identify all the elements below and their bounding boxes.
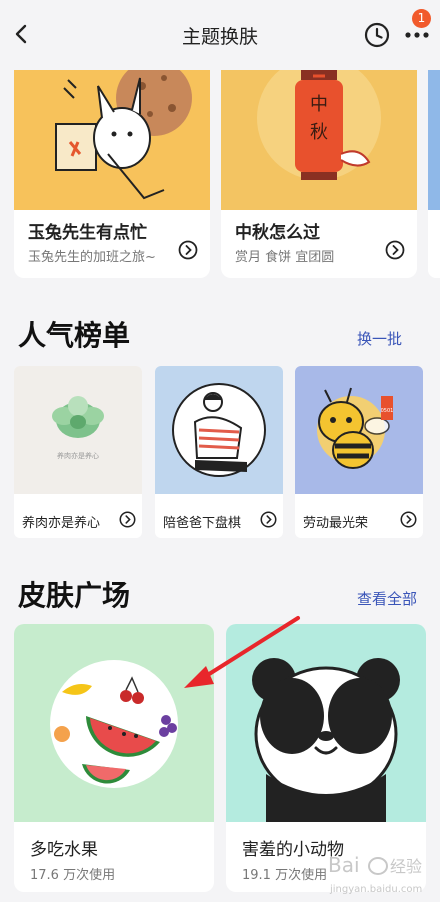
theme-preview-image: 养肉亦是养心: [14, 366, 142, 494]
theme-preview-image: [226, 624, 426, 822]
art-caption: 养肉亦是养心: [57, 451, 99, 460]
dad-illustration: [172, 383, 266, 477]
skin-usage-count: 17.6 万次使用: [30, 868, 116, 883]
chevron-right-circle-icon[interactable]: [385, 240, 405, 260]
ranking-card[interactable]: 陪爸爸下盘棋: [155, 366, 283, 538]
lantern-illustration: 中 秋: [257, 58, 381, 180]
ranking-name: 养肉亦是养心: [22, 516, 101, 531]
theme-subtitle: 赏月 食饼 宜团圆: [235, 250, 335, 265]
lantern-char-2: 秋: [310, 122, 328, 143]
skin-name: 多吃水果: [30, 840, 98, 860]
ranking-name: 劳动最光荣: [303, 516, 369, 531]
chevron-right-circle-icon[interactable]: [119, 511, 136, 528]
refresh-batch-link[interactable]: 换一批: [357, 328, 402, 349]
theme-preview-image: [155, 366, 283, 494]
theme-subtitle: 玉兔先生的加班之旅~: [28, 250, 156, 265]
ranking-name: 陪爸爸下盘棋: [163, 516, 242, 531]
skin-card-shy-animal[interactable]: 害羞的小动物 19.1 万次使用: [226, 624, 426, 892]
theme-preview-image: 中 秋: [221, 58, 417, 210]
rabbit-illustration: [55, 60, 192, 200]
section-title-popular: 人气榜单: [18, 319, 131, 352]
ranking-card[interactable]: 养肉亦是养心 养肉亦是养心: [14, 366, 142, 538]
theme-preview-image: [14, 624, 214, 822]
panda-illustration: [252, 658, 400, 822]
more-options-icon[interactable]: [404, 30, 430, 40]
theme-name: 中秋怎么过: [235, 223, 320, 243]
bee-illustration: 0501: [317, 387, 394, 469]
view-all-link[interactable]: 查看全部: [357, 588, 417, 609]
succulent-illustration: 养肉亦是养心: [52, 396, 104, 460]
theme-card-partial[interactable]: [428, 58, 440, 278]
chevron-right-circle-icon[interactable]: [400, 511, 417, 528]
history-clock-icon[interactable]: [364, 22, 390, 48]
skin-card-fruit[interactable]: 多吃水果 17.6 万次使用: [14, 624, 214, 892]
section-title-plaza: 皮肤广场: [18, 579, 131, 612]
theme-preview-image: [428, 58, 440, 210]
theme-card-midautumn[interactable]: 中 秋 中秋怎么过 赏月 食饼 宜团圆: [221, 58, 417, 278]
theme-preview-image: [14, 58, 210, 210]
fruit-illustration: [50, 660, 178, 788]
skin-name: 害羞的小动物: [242, 840, 344, 860]
lantern-char-1: 中: [310, 94, 328, 115]
top-bar: 主题换肤 1: [0, 0, 440, 70]
ranking-card[interactable]: 0501 劳动最光荣: [295, 366, 423, 538]
chevron-right-circle-icon[interactable]: [178, 240, 198, 260]
skin-usage-count: 19.1 万次使用: [242, 868, 328, 883]
art-tag: 0501: [381, 408, 394, 414]
notification-badge: 1: [412, 9, 431, 28]
theme-card-yutu[interactable]: 玉兔先生有点忙 玉兔先生的加班之旅~: [14, 58, 210, 278]
theme-name: 玉兔先生有点忙: [28, 223, 147, 243]
chevron-right-circle-icon[interactable]: [260, 511, 277, 528]
theme-preview-image: 0501: [295, 366, 423, 494]
